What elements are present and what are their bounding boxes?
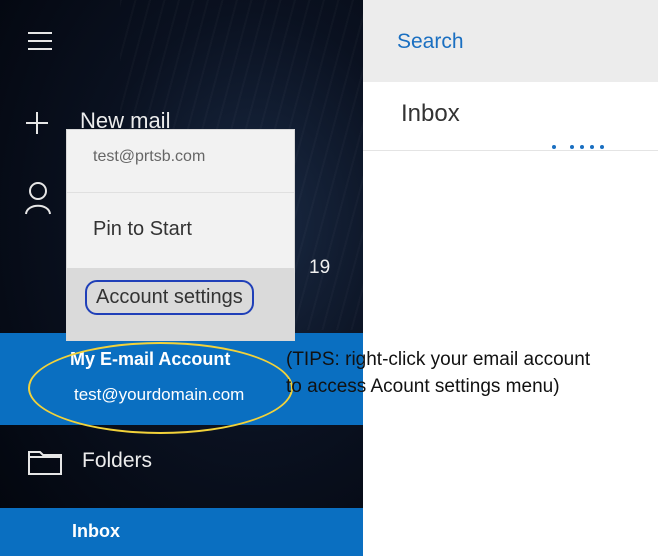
- pin-to-start-label: Pin to Start: [93, 218, 192, 240]
- inbox-title: Inbox: [401, 100, 460, 127]
- account-settings-label: Account settings: [85, 280, 254, 315]
- plus-icon: [26, 112, 48, 134]
- inbox-folder-item[interactable]: Inbox: [0, 508, 363, 556]
- tips-line-1: (TIPS: right-click your email account: [286, 349, 591, 370]
- person-icon[interactable]: [24, 180, 52, 216]
- inbox-folder-label: Inbox: [72, 521, 120, 541]
- folders-item[interactable]: Folders: [0, 425, 363, 508]
- account-count: 19: [309, 257, 331, 278]
- context-menu-email: test@prtsb.com: [93, 148, 206, 165]
- tips-annotation: (TIPS: right-click your email account to…: [286, 346, 658, 400]
- hamburger-line: [28, 48, 52, 50]
- tips-line-2: to access Acount settings menu): [286, 376, 560, 397]
- search-input[interactable]: Search: [397, 30, 464, 54]
- hamburger-line: [28, 40, 52, 42]
- hamburger-line: [28, 32, 52, 34]
- account-context-menu: test@prtsb.com Pin to Start Account sett…: [67, 130, 294, 340]
- context-menu-header: test@prtsb.com: [67, 130, 294, 193]
- pin-to-start-item[interactable]: Pin to Start: [67, 196, 294, 266]
- list-divider: [363, 150, 658, 151]
- folder-icon: [28, 451, 62, 475]
- account-name: My E-mail Account: [70, 349, 231, 369]
- folders-label: Folders: [82, 449, 153, 472]
- account-email: test@yourdomain.com: [74, 385, 245, 404]
- account-settings-item[interactable]: Account settings: [67, 268, 294, 340]
- hamburger-icon[interactable]: [24, 28, 60, 58]
